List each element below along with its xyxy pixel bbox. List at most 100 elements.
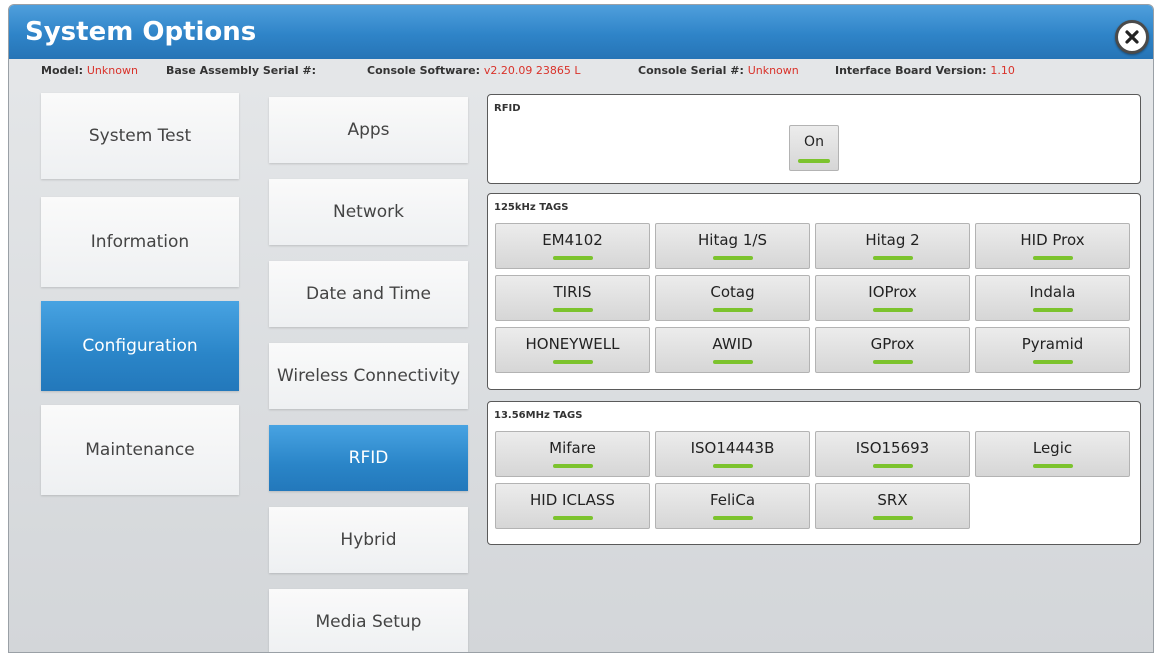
enabled-indicator [872,256,913,260]
console-serial-info: Console Serial #: Unknown [638,64,799,77]
tag-button-ioprox[interactable]: IOProx [815,275,970,321]
subnav-label: Wireless Connectivity [276,366,461,386]
tag-button-label: Legic [1032,439,1073,457]
enabled-indicator [872,464,913,468]
enabled-indicator [872,308,913,312]
tag-button-cotag[interactable]: Cotag [655,275,810,321]
subnav-date-and-time[interactable]: Date and Time [269,261,468,327]
console-software-info: Console Software: v2.20.09 23865 L [367,64,581,77]
console-serial-label: Console Serial #: [638,64,744,77]
enabled-indicator [712,256,753,260]
nav-information[interactable]: Information [41,197,239,287]
subnav-network[interactable]: Network [269,179,468,245]
enabled-indicator [552,516,593,520]
enabled-indicator [712,360,753,364]
model-label: Model: [41,64,84,77]
subnav-rfid[interactable]: RFID [269,425,468,491]
tag-button-hitag-2[interactable]: Hitag 2 [815,223,970,269]
nav-label: Configuration [82,336,198,356]
tags-1356mhz-title: 13.56MHz TAGS [494,410,583,421]
system-options-window: System Options Model: Unknown Base Assem… [8,4,1154,653]
model-value: Unknown [86,64,138,77]
tag-button-gprox[interactable]: GProx [815,327,970,373]
tag-button-tiris[interactable]: TIRIS [495,275,650,321]
enabled-indicator [1032,256,1073,260]
tags-125khz-panel: 125kHz TAGS EM4102 Hitag 1/S Hitag 2 HID Pr… [487,193,1141,390]
tag-button-pyramid[interactable]: Pyramid [975,327,1130,373]
tag-button-label: Indala [1029,283,1076,301]
tag-button-srx[interactable]: SRX [815,483,970,529]
nav-maintenance[interactable]: Maintenance [41,405,239,495]
enabled-indicator [712,464,753,468]
enabled-indicator [552,360,593,364]
subnav-hybrid[interactable]: Hybrid [269,507,468,573]
tag-button-iso14443b[interactable]: ISO14443B [655,431,810,477]
tag-button-em4102[interactable]: EM4102 [495,223,650,269]
tag-button-label: ISO14443B [690,439,775,457]
tag-button-label: FeliCa [709,491,756,509]
window-title: System Options [25,17,257,47]
tag-button-label: Hitag 2 [865,231,920,249]
interface-board-value: 1.10 [990,64,1015,77]
subnav-label: Network [333,202,404,222]
tag-button-label: SRX [877,491,908,509]
tag-button-label: Mifare [549,439,596,457]
tag-button-mifare[interactable]: Mifare [495,431,650,477]
subnav-label: Date and Time [305,284,432,304]
tag-button-hitag-1-s[interactable]: Hitag 1/S [655,223,810,269]
enabled-indicator [1032,464,1073,468]
tags-1356mhz-panel: 13.56MHz TAGS Mifare ISO14443B ISO15693 Leg… [487,401,1141,545]
enabled-indicator [1032,308,1073,312]
subnav-label: Media Setup [315,612,422,632]
enabled-indicator [872,360,913,364]
tag-button-label: ISO15693 [855,439,930,457]
nav-configuration[interactable]: Configuration [41,301,239,391]
console-software-label: Console Software: [367,64,481,77]
tags-125khz-title: 125kHz TAGS [494,202,569,213]
rfid-toggle-label: On [804,134,824,150]
subnav-wireless-connectivity[interactable]: Wireless Connectivity [269,343,468,409]
enabled-indicator [712,516,753,520]
tag-button-felica[interactable]: FeliCa [655,483,810,529]
enabled-indicator [712,308,753,312]
tag-button-honeywell[interactable]: HONEYWELL [495,327,650,373]
tag-button-label: HID ICLASS [530,491,615,509]
model-info: Model: Unknown [41,64,138,77]
tag-button-awid[interactable]: AWID [655,327,810,373]
enabled-indicator [552,256,593,260]
enabled-indicator [872,516,913,520]
interface-board-info: Interface Board Version: 1.10 [835,64,1015,77]
tag-button-legic[interactable]: Legic [975,431,1130,477]
interface-board-label: Interface Board Version: [835,64,987,77]
subnav-media-setup[interactable]: Media Setup [269,589,468,652]
nav-system-test[interactable]: System Test [41,93,239,179]
enabled-indicator [798,159,830,163]
close-icon [1125,30,1139,44]
nav-label: System Test [88,126,192,146]
subnav-label: RFID [348,448,389,468]
tag-button-label: GProx [870,335,915,353]
enabled-indicator [1032,360,1073,364]
tag-button-label: EM4102 [542,231,603,249]
tag-button-label: TIRIS [553,283,592,301]
console-software-value: v2.20.09 23865 L [483,64,581,77]
tag-button-iso15693[interactable]: ISO15693 [815,431,970,477]
nav-label: Maintenance [85,440,195,460]
enabled-indicator [552,464,593,468]
subnav-label: Hybrid [340,530,397,550]
tag-button-label: Cotag [710,283,755,301]
tag-button-hid-prox[interactable]: HID Prox [975,223,1130,269]
title-bar: System Options [9,5,1153,59]
tag-button-hid-iclass[interactable]: HID ICLASS [495,483,650,529]
rfid-toggle-button[interactable]: On [789,125,839,171]
rfid-panel-title: RFID [494,103,521,114]
tag-button-label: Pyramid [1021,335,1084,353]
tag-button-label: Hitag 1/S [698,231,767,249]
subnav-apps[interactable]: Apps [269,97,468,163]
console-serial-value: Unknown [747,64,799,77]
tag-button-indala[interactable]: Indala [975,275,1130,321]
enabled-indicator [552,308,593,312]
nav-label: Information [90,232,190,252]
tag-button-label: AWID [712,335,753,353]
close-button[interactable] [1115,20,1149,54]
